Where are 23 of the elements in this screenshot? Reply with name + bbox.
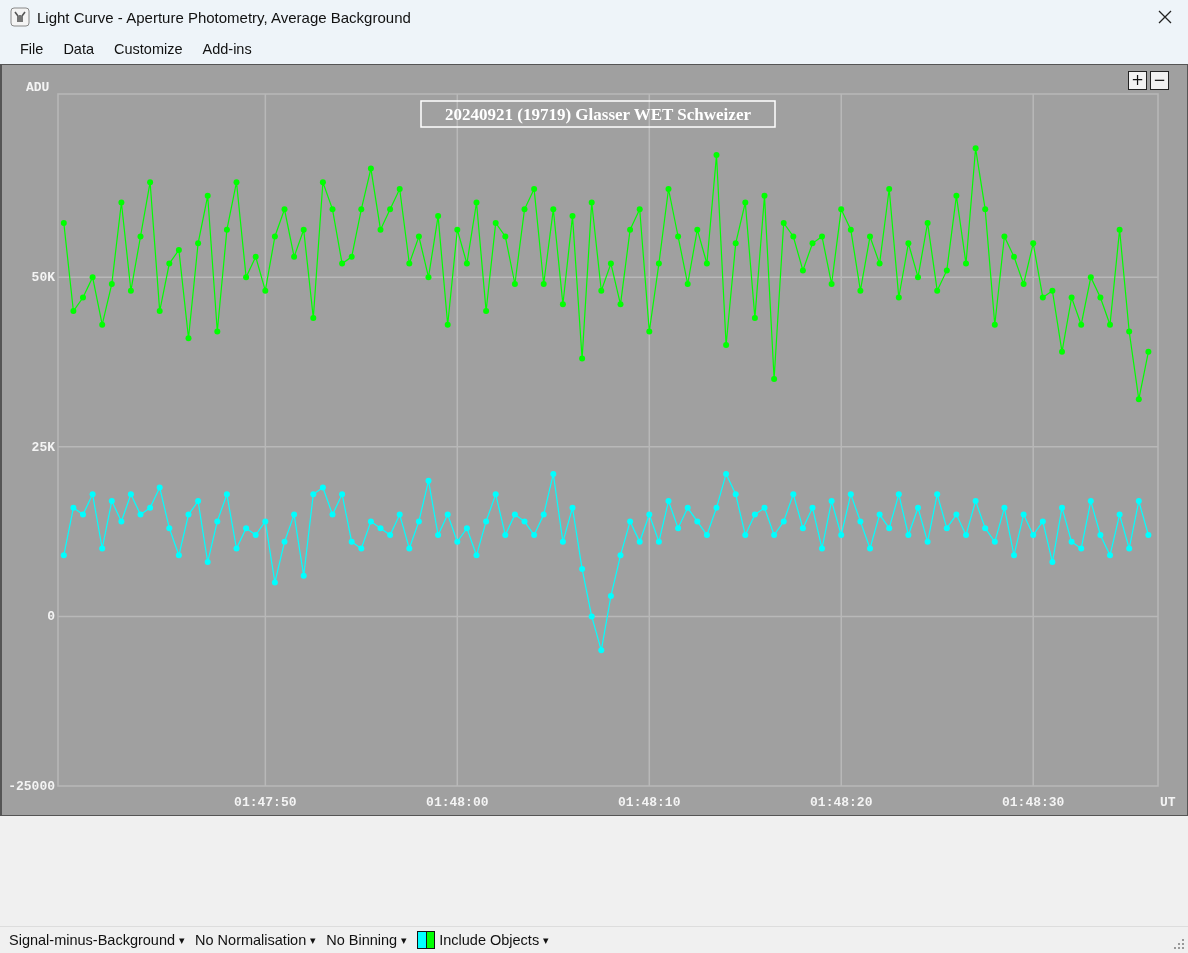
dropdown-button[interactable]: Signal-minus-Background ▾ bbox=[4, 928, 191, 952]
x-axis-label: 01:48:00 bbox=[426, 795, 489, 810]
menu-item[interactable]: Add-ins bbox=[192, 37, 262, 61]
dropdown-button[interactable]: No Binning ▾ bbox=[321, 928, 413, 952]
dropdown-button[interactable]: No Normalisation ▾ bbox=[190, 928, 322, 952]
window-title: Light Curve - Aperture Photometry, Average Background bbox=[37, 8, 412, 26]
chart-title: 20240921 (19719) Glasser WET Schweizer bbox=[420, 100, 776, 128]
dropdown-button[interactable]: Include Objects ▾ bbox=[412, 928, 555, 952]
zoom-in-button[interactable]: + bbox=[1128, 71, 1147, 90]
menu-item[interactable]: Customize bbox=[104, 37, 193, 61]
y-axis-label: 25K bbox=[31, 439, 55, 455]
y-axis-label: 0 bbox=[47, 609, 55, 625]
x-axis-label: 01:48:20 bbox=[810, 795, 873, 810]
x-axis-label: 01:48:10 bbox=[618, 795, 681, 810]
menu-item[interactable]: File bbox=[10, 37, 54, 61]
menu-item[interactable]: Data bbox=[53, 37, 104, 61]
y-axis-title: ADU bbox=[26, 80, 50, 95]
x-axis-label: 01:48:30 bbox=[1002, 795, 1065, 810]
x-axis-label: 01:47:50 bbox=[234, 795, 297, 810]
zoom-out-button[interactable]: − bbox=[1150, 71, 1169, 90]
y-axis-label: -25000 bbox=[8, 779, 55, 794]
x-axis-title: UT bbox=[1160, 795, 1176, 810]
y-axis-label: 50K bbox=[31, 270, 55, 286]
